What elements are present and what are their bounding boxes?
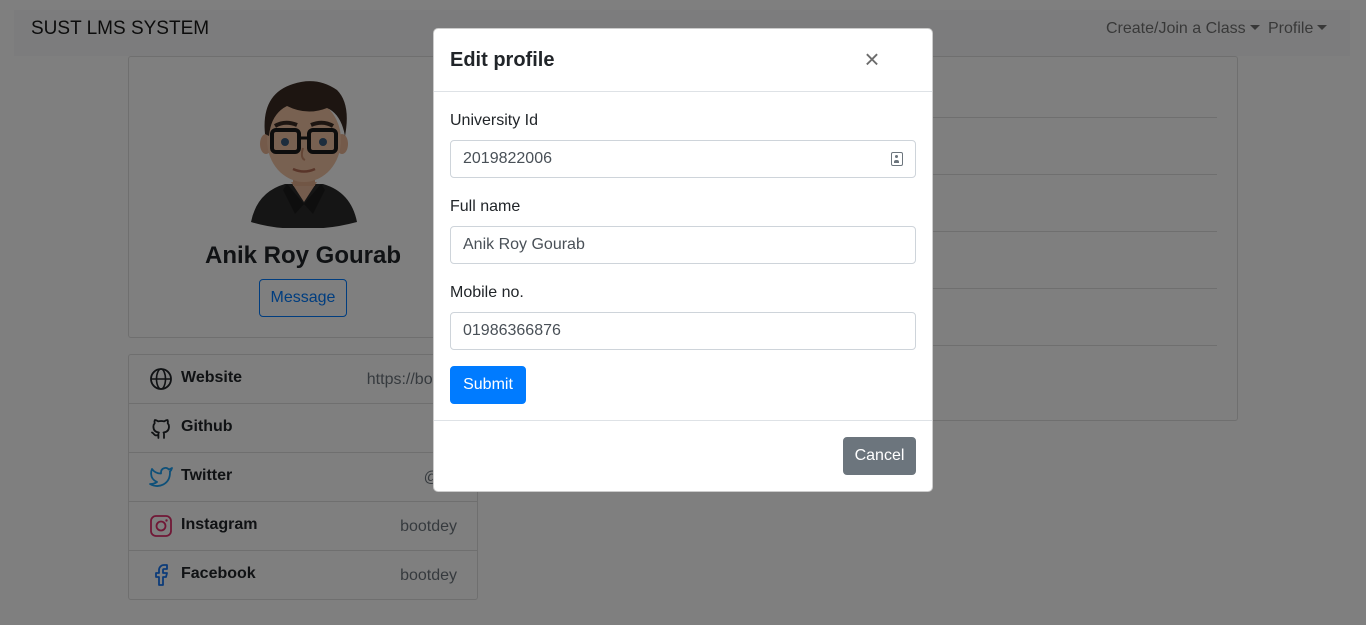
university-id-input[interactable]	[450, 140, 916, 178]
full-name-label: Full name	[450, 198, 521, 215]
submit-button[interactable]: Submit	[450, 366, 526, 404]
full-name-input[interactable]	[450, 226, 916, 264]
contact-card-icon	[891, 152, 903, 166]
cancel-button[interactable]: Cancel	[843, 437, 916, 475]
modal-footer: Cancel	[434, 420, 932, 491]
mobile-label: Mobile no.	[450, 284, 524, 301]
university-id-label: University Id	[450, 112, 539, 129]
mobile-input[interactable]	[450, 312, 916, 350]
edit-profile-modal: Edit profile × University Id Full name M…	[433, 28, 933, 492]
modal-title: Edit profile	[450, 49, 555, 71]
close-icon[interactable]: ×	[858, 45, 886, 73]
modal-header: Edit profile ×	[434, 29, 932, 92]
